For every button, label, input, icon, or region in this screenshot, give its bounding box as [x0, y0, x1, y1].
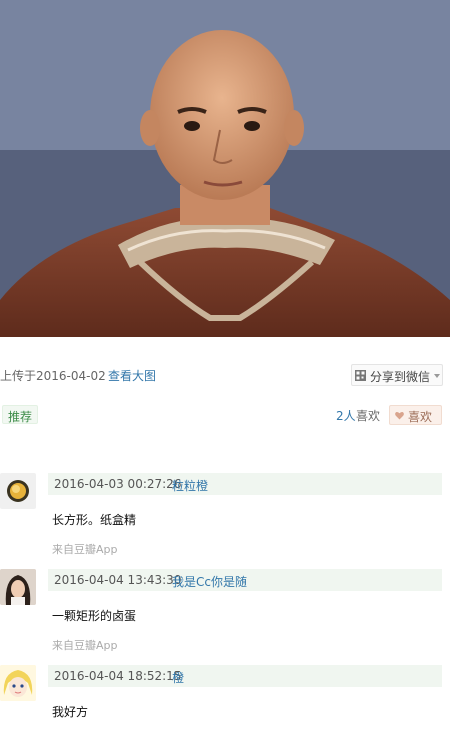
comment-item: 2016-04-04 18:52:15 橙 我好方: [0, 665, 450, 730]
anime-avatar-icon: [0, 665, 36, 701]
avatar[interactable]: [0, 473, 36, 509]
photo-meta-row: 上传于2016-04-02 查看大图 分享到微信: [0, 364, 450, 386]
comment-source: 来自豆瓣App: [52, 543, 118, 556]
comment-item: 2016-04-04 13:43:30 我是Cc你是随 一颗矩形的卤蛋 来自豆瓣…: [0, 569, 450, 659]
comment-time: 2016-04-04 18:52:15: [54, 669, 182, 683]
girl-avatar-icon: [0, 569, 36, 605]
comment-time: 2016-04-03 00:27:26: [54, 477, 182, 491]
reaction-row: 推荐 2人 喜欢 喜欢: [0, 405, 450, 425]
comment-user-link[interactable]: 橙: [172, 669, 184, 686]
comment-header: 2016-04-04 13:43:30 我是Cc你是随: [48, 569, 442, 591]
qrcode-icon: [355, 370, 366, 381]
comment-user-link[interactable]: 我是Cc你是随: [172, 573, 247, 590]
like-label: 喜欢: [408, 410, 433, 424]
orange-avatar-icon: [7, 480, 29, 502]
chevron-down-icon: [434, 374, 440, 378]
comment-item: 2016-04-03 00:27:26 粒粒橙 长方形。纸盒精 来自豆瓣App: [0, 473, 450, 563]
view-large-link[interactable]: 查看大图: [108, 367, 156, 384]
recommend-button[interactable]: 推荐: [2, 405, 39, 424]
comment-text: 我好方: [52, 705, 89, 719]
comment-header: 2016-04-04 18:52:15 橙: [48, 665, 442, 687]
upload-date: 上传于2016-04-02: [0, 369, 106, 383]
share-label: 分享到微信: [370, 370, 431, 384]
comment-header: 2016-04-03 00:27:26 粒粒橙: [48, 473, 442, 495]
comment-text: 长方形。纸盒精: [52, 513, 137, 527]
portrait-photo: [0, 0, 450, 337]
like-count[interactable]: 2人: [336, 407, 356, 424]
like-count-suffix: 喜欢: [356, 409, 381, 423]
like-button[interactable]: 喜欢: [389, 405, 442, 425]
avatar[interactable]: [0, 665, 36, 701]
comment-time: 2016-04-04 13:43:30: [54, 573, 182, 587]
comment-text: 一颗矩形的卤蛋: [52, 609, 137, 623]
heart-icon: [395, 412, 404, 420]
photo[interactable]: [0, 0, 450, 337]
comment-user-link[interactable]: 粒粒橙: [172, 477, 208, 494]
comment-source: 来自豆瓣App: [52, 639, 118, 652]
avatar[interactable]: [0, 569, 36, 605]
share-wechat-button[interactable]: 分享到微信: [351, 364, 443, 386]
